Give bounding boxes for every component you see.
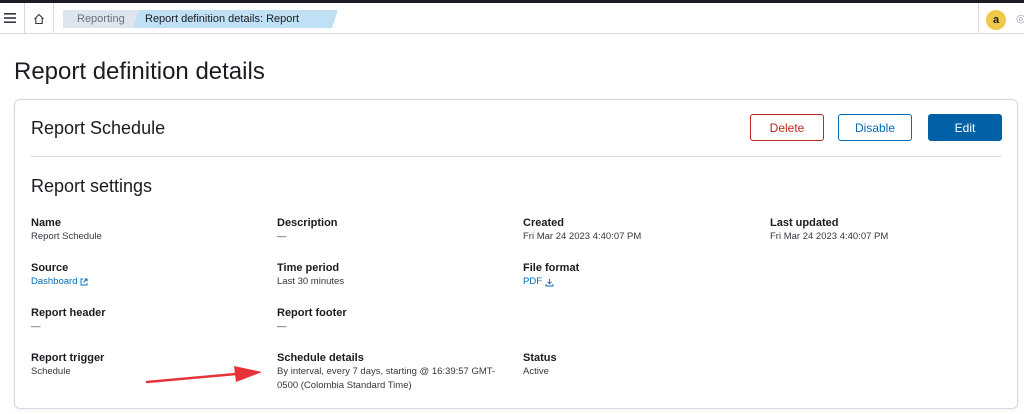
field-label: Status (523, 352, 557, 364)
field-label: Report trigger (31, 352, 105, 364)
field-label: Last updated (770, 217, 839, 229)
field-created: Created Fri Mar 24 2023 4:40:07 PM (523, 216, 763, 244)
breadcrumb-current: Report definition details: Report Schedu… (133, 10, 338, 28)
source-dashboard-link[interactable]: Dashboard (31, 275, 88, 289)
home-button[interactable] (24, 3, 54, 34)
field-label: Created (523, 217, 564, 229)
file-format-text: PDF (523, 276, 542, 287)
user-avatar[interactable]: a (986, 10, 1006, 30)
field-report-header: Report header — (31, 306, 271, 334)
field-label: Description (277, 217, 338, 229)
download-pdf-link[interactable]: PDF (523, 275, 554, 289)
field-source: Source Dashboard (31, 261, 271, 289)
report-details-panel: Report Schedule Delete Disable Edit Repo… (14, 99, 1018, 409)
source-link-text: Dashboard (31, 276, 78, 287)
field-value: Fri Mar 24 2023 4:40:07 PM (770, 231, 889, 242)
breadcrumb-reporting[interactable]: Reporting (63, 10, 141, 28)
field-report-footer: Report footer — (277, 306, 517, 334)
field-file-format: File format PDF (523, 261, 763, 289)
field-schedule-details: Schedule details By interval, every 7 da… (277, 351, 517, 393)
field-value: Active (523, 366, 549, 377)
home-icon (34, 13, 44, 24)
field-label: File format (523, 262, 580, 274)
header-bar: Reporting Report definition details: Rep… (0, 3, 1024, 34)
field-label: Name (31, 217, 61, 229)
menu-toggle-button[interactable] (0, 7, 20, 29)
field-value: By interval, every 7 days, starting @ 16… (277, 366, 496, 391)
report-name-title: Report Schedule (31, 118, 166, 138)
help-icon[interactable]: ◎ (1016, 12, 1024, 25)
external-link-icon (81, 278, 88, 286)
field-label: Source (31, 262, 69, 274)
field-label: Report footer (277, 307, 347, 319)
page-title: Report definition details (14, 58, 265, 85)
delete-button[interactable]: Delete (750, 114, 824, 141)
field-label: Schedule details (277, 352, 364, 364)
field-report-trigger: Report trigger Schedule (31, 351, 271, 379)
field-label: Report header (31, 307, 106, 319)
field-label: Time period (277, 262, 340, 274)
hamburger-menu-icon (4, 13, 16, 23)
field-value: — (277, 321, 287, 332)
edit-button[interactable]: Edit (928, 114, 1002, 141)
field-last-updated: Last updated Fri Mar 24 2023 4:40:07 PM (770, 216, 1010, 244)
field-value: — (31, 321, 41, 332)
field-time-period: Time period Last 30 minutes (277, 261, 517, 289)
field-name: Name Report Schedule (31, 216, 271, 244)
field-value: Fri Mar 24 2023 4:40:07 PM (523, 231, 642, 242)
report-settings-title: Report settings (31, 176, 153, 196)
field-description: Description — (277, 216, 517, 244)
field-value: Last 30 minutes (277, 276, 345, 287)
disable-button[interactable]: Disable (838, 114, 912, 141)
field-value: — (277, 231, 287, 242)
section-divider (31, 156, 1001, 157)
field-value: Report Schedule (31, 231, 102, 242)
download-icon (545, 278, 554, 286)
field-value: Schedule (31, 366, 71, 377)
field-status: Status Active (523, 351, 763, 379)
